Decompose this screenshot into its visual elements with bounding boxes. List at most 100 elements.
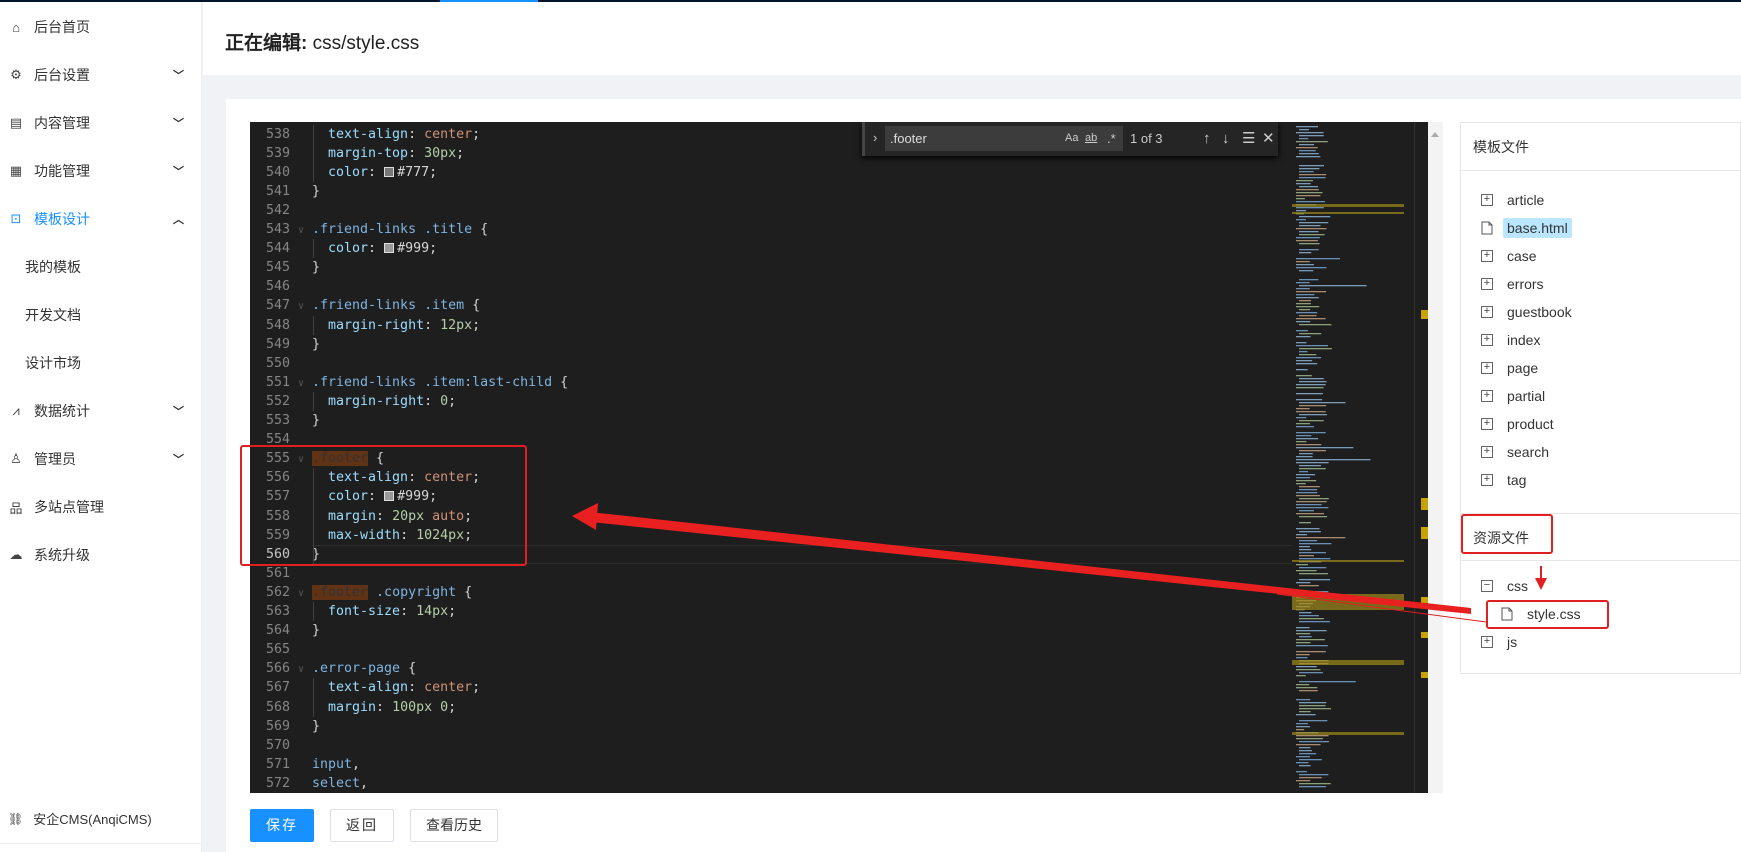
expand-icon[interactable]: +: [1481, 636, 1493, 648]
sidebar-item-label: 设计市场: [25, 355, 81, 371]
sidebar-item[interactable]: ⩘ 数据统计 ﹀: [0, 391, 202, 431]
fold-chevron-icon[interactable]: ∨: [290, 584, 312, 603]
minimap-line: [1296, 198, 1305, 200]
sidebar-item[interactable]: ⚙ 后台设置 ﹀: [0, 55, 202, 95]
save-button[interactable]: 保存: [250, 809, 314, 842]
minimap-line: [1299, 555, 1314, 557]
tree-item[interactable]: + tag: [1481, 467, 1530, 493]
sidebar-item[interactable]: 开发文档: [0, 295, 202, 335]
color-swatch[interactable]: [384, 166, 395, 177]
sidebar-item[interactable]: 我的模板: [0, 247, 202, 287]
minimap-line: [1296, 534, 1308, 536]
minimap-line: [1299, 708, 1331, 710]
page-scrollbar[interactable]: [1428, 122, 1443, 793]
tree-item-label[interactable]: partial: [1503, 386, 1549, 406]
tree-item-label[interactable]: base.html: [1503, 218, 1572, 238]
fold-chevron-icon[interactable]: ∨: [290, 297, 312, 316]
code-token: center: [424, 470, 473, 486]
expand-icon[interactable]: +: [1481, 194, 1493, 206]
tree-item-label[interactable]: page: [1503, 358, 1542, 378]
chevron-down-icon[interactable]: ﹀: [173, 163, 184, 179]
expand-icon[interactable]: +: [1481, 306, 1493, 318]
minimap-line: [1296, 384, 1326, 386]
minimap[interactable]: [1292, 122, 1412, 793]
minimap-line: [1296, 192, 1323, 194]
chevron-down-icon[interactable]: ﹀: [173, 115, 184, 131]
tree-item[interactable]: + article: [1481, 187, 1548, 213]
minimap-line: [1299, 165, 1325, 167]
code-token: ;: [429, 489, 438, 505]
expand-icon[interactable]: +: [1481, 334, 1493, 346]
tree-item[interactable]: + case: [1481, 243, 1541, 269]
minimap-line: [1296, 447, 1354, 449]
tree-item-label[interactable]: js: [1503, 632, 1521, 652]
sidebar-item[interactable]: ⌂ 后台首页: [0, 7, 202, 47]
minimap-line: [1299, 153, 1319, 155]
expand-icon[interactable]: +: [1481, 362, 1493, 374]
expand-icon[interactable]: +: [1481, 250, 1493, 262]
expand-icon[interactable]: +: [1481, 390, 1493, 402]
editor-scrollbar[interactable]: [1414, 122, 1428, 793]
tree-item[interactable]: + errors: [1481, 271, 1548, 297]
minimap-line: [1296, 345, 1329, 347]
history-button[interactable]: 查看历史: [410, 809, 498, 842]
tree-item[interactable]: + guestbook: [1481, 299, 1576, 325]
sidebar-item[interactable]: ☁ 系统升级: [0, 535, 202, 575]
chevron-down-icon[interactable]: ﹀: [173, 451, 184, 467]
tree-item[interactable]: base.html: [1481, 215, 1572, 241]
tree-item-label[interactable]: style.css: [1523, 604, 1585, 624]
color-swatch[interactable]: [384, 243, 395, 254]
tree-item-label[interactable]: case: [1503, 246, 1541, 266]
minimap-line: [1296, 258, 1341, 260]
collapse-icon[interactable]: −: [1481, 580, 1493, 592]
tree-item[interactable]: − css: [1481, 573, 1532, 599]
color-swatch[interactable]: [384, 491, 395, 502]
tree-item-label[interactable]: index: [1503, 330, 1544, 350]
fold-chevron-icon[interactable]: ∨: [290, 221, 312, 240]
tree-item[interactable]: + partial: [1481, 383, 1549, 409]
chevron-down-icon[interactable]: ﹀: [173, 403, 184, 419]
expand-icon[interactable]: +: [1481, 446, 1493, 458]
tree-item[interactable]: + js: [1481, 629, 1521, 655]
tree-item-label[interactable]: search: [1503, 442, 1553, 462]
sidebar-item[interactable]: 品多站点管理: [0, 487, 202, 527]
back-button[interactable]: 返回: [330, 809, 394, 842]
minimap-line: [1296, 483, 1306, 485]
file-panel: 模板文件 资源文件 + article base.html + case + errors +…: [1460, 122, 1741, 674]
minimap-line: [1299, 786, 1327, 788]
scroll-up-arrow-icon[interactable]: [1431, 128, 1439, 137]
chevron-up-icon[interactable]: ︿: [173, 211, 184, 227]
tree-item[interactable]: + search: [1481, 439, 1553, 465]
file-icon[interactable]: [1501, 607, 1513, 621]
tree-item-label[interactable]: css: [1503, 576, 1532, 596]
tree-item[interactable]: + product: [1481, 411, 1558, 437]
tree-item[interactable]: style.css: [1501, 601, 1585, 627]
tree-item-label[interactable]: tag: [1503, 470, 1530, 490]
file-icon[interactable]: [1481, 221, 1493, 235]
tree-item-label[interactable]: product: [1503, 414, 1558, 434]
minimap-line: [1296, 492, 1318, 494]
minimap-line: [1299, 453, 1313, 455]
sidebar-item[interactable]: ♙ 管理员 ﹀: [0, 439, 202, 479]
chevron-down-icon[interactable]: ﹀: [173, 67, 184, 83]
sidebar-item[interactable]: ▦ 功能管理 ﹀: [0, 151, 202, 191]
expand-icon[interactable]: +: [1481, 418, 1493, 430]
minimap-line: [1299, 168, 1320, 170]
code-token: }: [312, 718, 321, 734]
fold-chevron-icon[interactable]: ∨: [290, 374, 312, 393]
expand-icon[interactable]: +: [1481, 474, 1493, 486]
tree-item-label[interactable]: article: [1503, 190, 1548, 210]
fold-chevron-icon[interactable]: ∨: [290, 450, 312, 469]
sidebar-item[interactable]: ⊡ 模板设计 ︿: [0, 199, 202, 239]
tree-item[interactable]: + page: [1481, 355, 1542, 381]
tree-item[interactable]: + index: [1481, 327, 1544, 353]
code-editor[interactable]: › .footer Aa ab .* 1 of 3 ↑ ↓ ☰ ✕ 538 te…: [250, 122, 1428, 793]
sidebar-footer-link[interactable]: ⛓ 安企CMS(AnqiCMS): [0, 794, 202, 844]
expand-icon[interactable]: +: [1481, 278, 1493, 290]
minimap-line: [1299, 234, 1325, 236]
sidebar-item[interactable]: 设计市场: [0, 343, 202, 383]
tree-item-label[interactable]: errors: [1503, 274, 1548, 294]
tree-item-label[interactable]: guestbook: [1503, 302, 1576, 322]
sidebar-item[interactable]: ▤ 内容管理 ﹀: [0, 103, 202, 143]
fold-chevron-icon[interactable]: ∨: [290, 660, 312, 679]
